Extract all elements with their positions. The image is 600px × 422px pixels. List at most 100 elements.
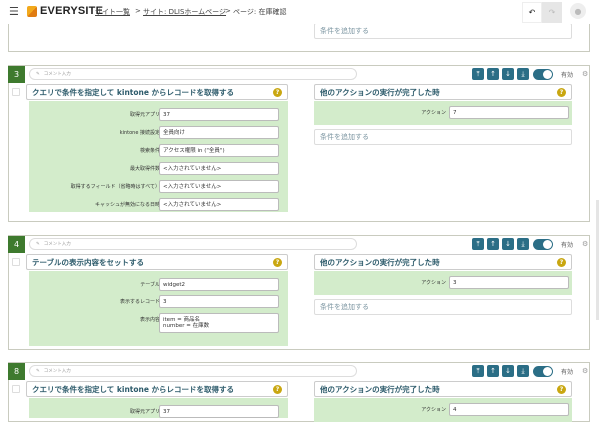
move-down-button[interactable]: ↓ <box>502 365 514 377</box>
move-bottom-icon: ⤓ <box>521 366 525 375</box>
action-title-text: クエリで条件を指定して kintone からレコードを取得する <box>32 384 235 394</box>
arrow-up-icon: ↑ <box>490 367 496 375</box>
action-params: 取得元アプリ 37 kintone 接続設定 全員向け 検索条件 アクセス権限 … <box>29 101 288 212</box>
help-icon[interactable]: ? <box>273 258 282 267</box>
comment-placeholder: コメント入力 <box>43 369 71 374</box>
move-top-button[interactable]: ⤒ <box>472 68 484 80</box>
comment-input[interactable]: ✎ コメント入力 <box>29 238 357 250</box>
field-input[interactable]: item = 商品名 number = 在庫数 <box>159 313 279 333</box>
move-bottom-button[interactable]: ⤓ <box>517 365 529 377</box>
add-condition-button[interactable]: 条件を追加する <box>314 299 572 315</box>
pencil-icon: ✎ <box>36 368 40 374</box>
help-icon[interactable]: ? <box>557 385 566 394</box>
action-title[interactable]: クエリで条件を指定して kintone からレコードを取得する? <box>26 84 288 100</box>
field-label: kintone 接続設定 <box>119 130 160 136</box>
help-icon[interactable]: ? <box>557 258 566 267</box>
enabled-toggle[interactable] <box>533 68 553 80</box>
field-input[interactable]: widget2 <box>159 278 279 291</box>
trigger-title[interactable]: 他のアクションの実行が完了した時? <box>314 381 572 397</box>
move-bottom-button[interactable]: ⤓ <box>517 238 529 250</box>
field-input[interactable]: <入力されていません> <box>159 162 279 175</box>
move-top-icon: ⤒ <box>476 69 480 78</box>
field-label: 検索条件 <box>139 148 160 154</box>
field-input[interactable]: 37 <box>159 405 279 418</box>
comment-placeholder: コメント入力 <box>43 72 71 77</box>
move-up-button[interactable]: ↑ <box>487 238 499 250</box>
field-row: 表示内容 item = 商品名 number = 在庫数 <box>29 313 288 333</box>
breadcrumb-site[interactable]: サイト: DLISホームページ <box>143 8 226 16</box>
field-input[interactable]: 全員向け <box>159 126 279 139</box>
action-title[interactable]: クエリで条件を指定して kintone からレコードを取得する? <box>26 381 288 397</box>
undo-button[interactable]: ↶ <box>522 2 542 23</box>
move-top-button[interactable]: ⤒ <box>472 365 484 377</box>
move-top-button[interactable]: ⤒ <box>472 238 484 250</box>
help-icon[interactable]: ? <box>273 385 282 394</box>
field-label: テーブル <box>140 282 160 288</box>
top-bar: ☰ EVERYSITE サイト一覧 > サイト: DLISホームページ > ペー… <box>0 0 600 24</box>
field-label: 最大取得件数 <box>129 166 160 172</box>
arrow-up-icon: ↑ <box>490 70 496 78</box>
field-input[interactable]: 37 <box>159 108 279 121</box>
comment-input[interactable]: ✎ コメント入力 <box>29 68 357 80</box>
field-label: 表示内容 <box>139 317 160 323</box>
move-down-button[interactable]: ↓ <box>502 238 514 250</box>
action-card: 4 ✎ コメント入力 ⤒ ↑ ↓ ⤓ 有効 ⚙ テーブルの表示内容をセットする? … <box>8 235 590 350</box>
field-row: 取得元アプリ 37 <box>29 108 288 121</box>
help-icon[interactable]: ? <box>273 88 282 97</box>
card-toolbar: ⤒ ↑ ↓ ⤓ 有効 ⚙ <box>472 238 588 250</box>
enabled-toggle[interactable] <box>533 238 553 250</box>
move-top-icon: ⤒ <box>476 239 480 248</box>
gear-icon[interactable]: ⚙ <box>582 367 588 375</box>
move-down-button[interactable]: ↓ <box>502 68 514 80</box>
scrollbar[interactable] <box>596 200 599 320</box>
hamburger-menu-icon[interactable]: ☰ <box>9 5 19 18</box>
field-input[interactable]: 3 <box>159 295 279 308</box>
move-bottom-icon: ⤓ <box>521 69 525 78</box>
add-condition-button[interactable]: 条件を追加する <box>314 129 572 145</box>
arrow-up-icon: ↑ <box>490 240 496 248</box>
field-row: 取得するフィールド（省略時はすべて） <入力されていません> <box>29 180 288 193</box>
move-bottom-button[interactable]: ⤓ <box>517 68 529 80</box>
field-label: 表示するレコード <box>119 299 160 305</box>
breadcrumb-separator: > <box>135 7 141 15</box>
trigger-title[interactable]: 他のアクションの実行が完了した時? <box>314 84 572 100</box>
action-number: 8 <box>8 363 25 380</box>
redo-button[interactable]: ↷ <box>542 2 562 23</box>
action-card: 8 ✎ コメント入力 ⤒ ↑ ↓ ⤓ 有効 ⚙ クエリで条件を指定して kinto… <box>8 362 590 422</box>
card-toolbar: ⤒ ↑ ↓ ⤓ 有効 ⚙ <box>472 365 588 377</box>
trigger-action-input[interactable]: 3 <box>449 276 569 289</box>
card-toolbar: ⤒ ↑ ↓ ⤓ 有効 ⚙ <box>472 68 588 80</box>
trigger-title[interactable]: 他のアクションの実行が完了した時? <box>314 254 572 270</box>
trigger-title-text: 他のアクションの実行が完了した時 <box>320 87 440 97</box>
select-checkbox[interactable] <box>12 258 20 266</box>
trigger-action-input[interactable]: 7 <box>449 106 569 119</box>
field-row: 最大取得件数 <入力されていません> <box>29 162 288 175</box>
field-input[interactable]: アクセス権限 in ("全員") <box>159 144 279 157</box>
action-title[interactable]: テーブルの表示内容をセットする? <box>26 254 288 270</box>
field-row: kintone 接続設定 全員向け <box>29 126 288 139</box>
logo[interactable]: EVERYSITE <box>27 5 103 17</box>
add-condition-button[interactable]: 条件を追加する <box>314 23 572 39</box>
breadcrumb-separator: > <box>225 7 231 15</box>
gear-icon[interactable]: ⚙ <box>582 240 588 248</box>
user-avatar[interactable]: ● <box>570 3 586 19</box>
arrow-down-icon: ↓ <box>505 240 511 248</box>
enabled-toggle[interactable] <box>533 365 553 377</box>
field-input[interactable]: <入力されていません> <box>159 180 279 193</box>
enabled-label: 有効 <box>561 241 574 249</box>
action-title-text: テーブルの表示内容をセットする <box>32 257 145 267</box>
move-up-button[interactable]: ↑ <box>487 365 499 377</box>
comment-input[interactable]: ✎ コメント入力 <box>29 365 357 377</box>
help-icon[interactable]: ? <box>557 88 566 97</box>
field-row: 取得元アプリ 37 <box>29 405 288 418</box>
field-label: アクション <box>421 280 446 286</box>
action-params: 取得元アプリ 37 <box>29 398 288 418</box>
field-input[interactable]: <入力されていません> <box>159 198 279 211</box>
select-checkbox[interactable] <box>12 88 20 96</box>
select-checkbox[interactable] <box>12 385 20 393</box>
gear-icon[interactable]: ⚙ <box>582 70 588 78</box>
breadcrumb-site-list[interactable]: サイト一覧 <box>95 8 130 16</box>
move-up-button[interactable]: ↑ <box>487 68 499 80</box>
arrow-down-icon: ↓ <box>505 70 511 78</box>
field-label: 取得元アプリ <box>129 112 160 118</box>
